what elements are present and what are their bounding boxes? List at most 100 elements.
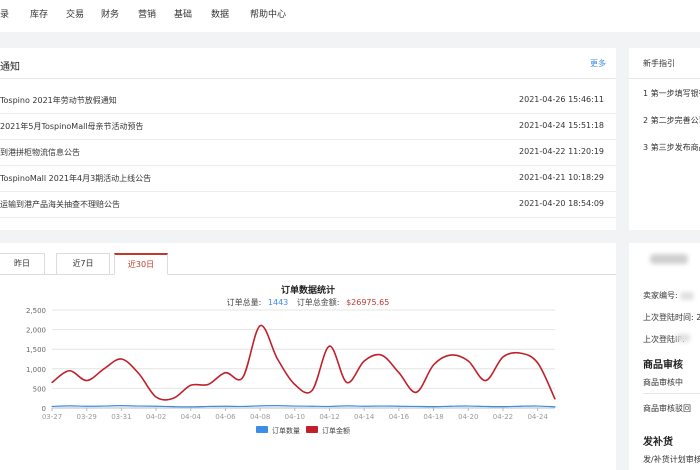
notice-row-title[interactable]: TospinoMall 2021年4月3期活动上线公告: [0, 173, 151, 184]
divider: [643, 393, 700, 394]
divider: [0, 78, 616, 79]
nav-item-inventory[interactable]: 库存: [30, 7, 48, 20]
nav-item-help-center[interactable]: 帮助中心: [250, 7, 286, 20]
notice-row[interactable]: 运输到港产品海关抽查不理赔公告 2021-04-20 18:54:09: [0, 191, 616, 218]
y-tick-label: 500: [33, 385, 46, 393]
data-point: [190, 384, 192, 386]
data-point: [519, 352, 521, 354]
data-point: [172, 397, 175, 399]
data-point: [242, 405, 244, 408]
data-point: [554, 406, 556, 408]
data-point: [138, 405, 140, 407]
data-point: [432, 364, 435, 366]
notice-row-title[interactable]: 到港拼柜物流信息公告: [0, 147, 80, 158]
nav-item-trade[interactable]: 交易: [66, 7, 84, 20]
data-point: [537, 362, 539, 364]
notice-row-title[interactable]: Tospino 2021年劳动节放假通知: [0, 95, 117, 106]
data-point: [155, 405, 157, 407]
notice-panel: 通知 更多 Tospino 2021年劳动节放假通知 2021-04-26 15…: [0, 48, 616, 230]
data-point: [415, 405, 417, 408]
legend-swatch: [306, 426, 318, 433]
notice-more-link[interactable]: 更多: [590, 58, 606, 69]
guide-step-1[interactable]: 1 第一步填写银行: [643, 88, 700, 99]
notice-row-title[interactable]: 运输到港产品海关抽查不理赔公告: [0, 199, 120, 210]
x-tick-label: 04-04: [181, 413, 202, 421]
nav-item-marketing[interactable]: 营销: [138, 7, 156, 20]
data-point: [207, 383, 209, 386]
data-point: [485, 379, 487, 382]
data-point: [554, 398, 556, 400]
data-point: [311, 389, 313, 391]
data-point: [432, 406, 435, 408]
x-tick-label: 04-24: [527, 413, 548, 421]
data-point: [380, 405, 383, 407]
data-point: [467, 405, 469, 407]
x-tick-label: 04-14: [354, 413, 375, 421]
nav-item-data[interactable]: 数据: [211, 7, 229, 20]
data-point: [276, 358, 279, 360]
guide-step-2[interactable]: 2 第二步完善公司: [643, 115, 700, 126]
x-tick-label: 03-27: [42, 413, 62, 421]
data-point: [103, 368, 105, 370]
restock-review-link[interactable]: 发/补货计划审核: [643, 454, 700, 465]
data-point: [51, 381, 53, 384]
data-point: [294, 405, 296, 407]
data-point: [68, 405, 70, 407]
legend-swatch: [256, 426, 268, 433]
notice-row-title[interactable]: 2021年5月TospinoMall母亲节活动预告: [0, 121, 144, 132]
data-point: [363, 360, 365, 362]
notice-row-date: 2021-04-21 10:18:29: [519, 173, 604, 182]
data-point: [328, 345, 331, 347]
data-point: [190, 406, 192, 408]
notice-row[interactable]: 2021年5月TospinoMall母亲节活动预告 2021-04-24 15:…: [0, 113, 616, 140]
x-tick-label: 04-16: [389, 413, 410, 421]
notice-row[interactable]: 到港拼柜物流信息公告 2021-04-22 11:20:19: [0, 139, 616, 166]
data-point: [415, 391, 417, 393]
data-point: [450, 405, 452, 407]
notice-row[interactable]: TospinoMall 2021年4月3期活动上线公告 2021-04-21 1…: [0, 165, 616, 192]
redacted-avatar: [650, 254, 688, 264]
data-point: [294, 383, 296, 386]
review-rejected-link[interactable]: 商品审核驳回: [643, 403, 691, 414]
nav-item-finance[interactable]: 财务: [101, 7, 119, 20]
restock-heading: 发补货: [643, 437, 673, 448]
order-line-chart: 2,500 2,000 1,500 1,000 500 003-27 03-29 03-31 0…: [26, 307, 556, 435]
guide-step-3[interactable]: 3 第三步发布商品: [643, 142, 700, 153]
x-tick-label: 03-29: [77, 413, 97, 421]
notice-row-date: 2021-04-26 15:46:11: [519, 95, 604, 104]
x-tick-label: 04-22: [493, 413, 513, 421]
nav-item-login[interactable]: 录: [0, 7, 9, 20]
notice-title: 通知: [0, 62, 20, 73]
x-tick-label: 03-31: [111, 413, 131, 421]
x-tick-label: 04-12: [319, 413, 339, 421]
redacted-value: [676, 334, 690, 342]
data-point: [502, 356, 504, 358]
x-tick-label: 04-02: [146, 413, 166, 421]
notice-row[interactable]: Tospino 2021年劳动节放假通知 2021-04-26 15:46:11: [0, 87, 616, 114]
data-point: [207, 405, 209, 408]
data-point: [380, 354, 383, 356]
x-tick-label: 04-18: [423, 413, 443, 421]
y-tick-label: 0: [42, 405, 46, 413]
data-point: [467, 360, 469, 362]
guide-title: 新手指引: [643, 59, 675, 68]
data-point: [242, 376, 244, 379]
data-point: [172, 406, 175, 408]
data-point: [346, 381, 348, 384]
data-point: [120, 358, 122, 360]
x-tick-label: 04-06: [215, 413, 236, 421]
seller-info-panel: 卖家编号: 上次登陆时间: 2 上次登陆IP: 商品审核 商品审核中 商品审核驳…: [629, 243, 700, 470]
data-point: [485, 405, 487, 408]
redacted-value: [680, 292, 694, 300]
x-tick-label: 04-08: [250, 413, 270, 421]
top-navigation: 录 库存 交易 财务 营销 基础 数据 帮助中心: [0, 0, 700, 32]
review-heading: 商品审核: [643, 360, 683, 371]
nav-item-basics[interactable]: 基础: [174, 7, 192, 20]
data-point: [363, 405, 365, 407]
data-point: [328, 405, 331, 408]
data-point: [224, 372, 227, 374]
last-login-time-label: 上次登陆时间: 2: [643, 313, 700, 322]
review-pending-link[interactable]: 商品审核中: [643, 377, 683, 388]
notice-row-date: 2021-04-24 15:51:18: [519, 121, 604, 130]
beginner-guide-panel: 新手指引 1 第一步填写银行 2 第二步完善公司 3 第三步发布商品: [629, 48, 700, 230]
